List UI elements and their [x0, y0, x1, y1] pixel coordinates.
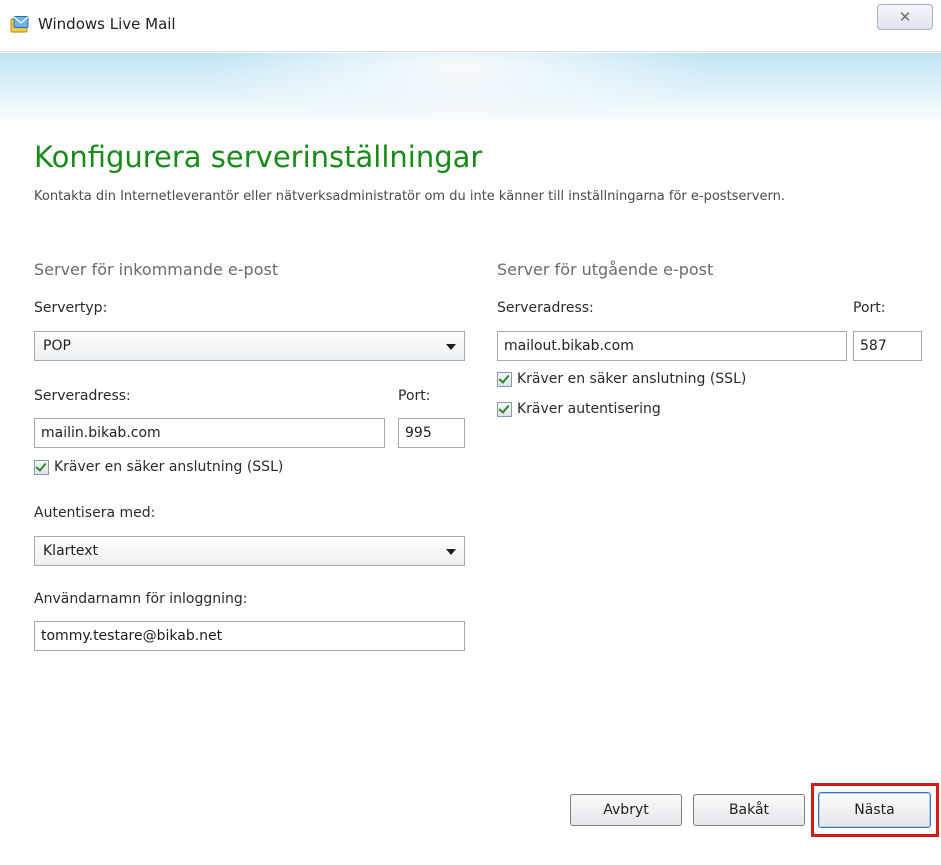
close-button[interactable]: ✕ — [877, 4, 933, 30]
check-icon — [35, 460, 47, 472]
title-bar: Windows Live Mail ✕ — [0, 0, 941, 52]
check-icon — [498, 372, 510, 384]
outgoing-port-label: Port: — [853, 300, 886, 316]
server-type-label: Servertyp: — [34, 300, 108, 316]
outgoing-auth-checkbox[interactable] — [497, 402, 512, 417]
outgoing-ssl-label: Kräver en säker anslutning (SSL) — [517, 371, 747, 387]
incoming-port-input[interactable]: 995 — [398, 418, 465, 448]
incoming-ssl-checkbox[interactable] — [34, 460, 49, 475]
incoming-server-address-input[interactable]: mailin.bikab.com — [34, 418, 385, 448]
windows-live-mail-icon — [10, 16, 29, 33]
banner-glow — [200, 53, 720, 123]
auth-method-label: Autentisera med: — [34, 505, 156, 521]
incoming-ssl-label: Kräver en säker anslutning (SSL) — [54, 459, 284, 475]
incoming-server-address-label: Serveradress: — [34, 388, 131, 404]
chevron-down-icon — [446, 549, 456, 555]
header-banner — [0, 53, 941, 125]
window-title: Windows Live Mail — [38, 15, 176, 33]
outgoing-server-address-label: Serveradress: — [497, 300, 594, 316]
page-title: Konfigurera serverinställningar — [34, 140, 483, 174]
auth-method-value: Klartext — [43, 543, 99, 559]
cancel-button[interactable]: Avbryt — [570, 794, 682, 826]
outgoing-auth-checkbox-row[interactable]: Kräver autentisering — [497, 401, 747, 419]
outgoing-ssl-checkbox-row[interactable]: Kräver en säker anslutning (SSL) — [497, 371, 827, 389]
chevron-down-icon — [446, 344, 456, 350]
outgoing-ssl-checkbox[interactable] — [497, 372, 512, 387]
server-type-select[interactable]: POP — [34, 331, 465, 361]
server-type-value: POP — [43, 338, 71, 354]
outgoing-section-title: Server för utgående e-post — [497, 260, 714, 279]
check-icon — [498, 402, 510, 414]
auth-method-select[interactable]: Klartext — [34, 536, 465, 566]
back-button[interactable]: Bakåt — [693, 794, 805, 826]
outgoing-server-address-input[interactable]: mailout.bikab.com — [497, 331, 847, 361]
username-label: Användarnamn för inloggning: — [34, 591, 248, 607]
outgoing-auth-label: Kräver autentisering — [517, 401, 661, 417]
close-icon: ✕ — [898, 8, 912, 26]
page-description: Kontakta din Internetleverantör eller nä… — [34, 189, 785, 204]
incoming-port-label: Port: — [398, 388, 431, 404]
username-input[interactable]: tommy.testare@bikab.net — [34, 621, 465, 651]
incoming-section-title: Server för inkommande e-post — [34, 260, 279, 279]
outgoing-port-input[interactable]: 587 — [853, 331, 922, 361]
incoming-ssl-checkbox-row[interactable]: Kräver en säker anslutning (SSL) — [34, 459, 364, 477]
next-button-highlight — [811, 783, 939, 837]
